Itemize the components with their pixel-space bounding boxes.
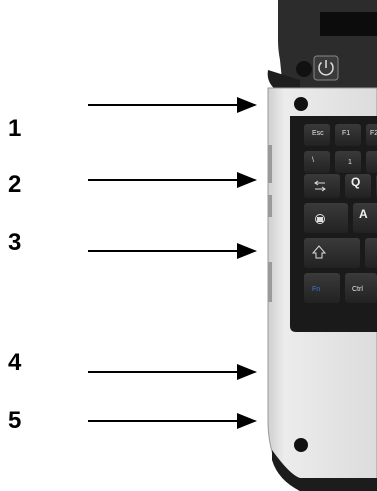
side-port-3: [268, 262, 272, 302]
callout-arrowhead-2: [237, 172, 257, 188]
key-z[interactable]: [365, 238, 377, 268]
power-button[interactable]: [313, 55, 339, 81]
key-1-label: 1: [348, 159, 352, 166]
side-port-2: [268, 195, 272, 217]
callout-line-5: [88, 420, 238, 422]
screen-edge: [320, 12, 377, 36]
screw-top: [294, 97, 308, 111]
callout-number-2: 2: [8, 171, 22, 198]
hinge-button: [296, 61, 312, 77]
callout-number-4: 4: [8, 349, 22, 376]
callout-line-2: [88, 179, 238, 181]
callout-arrowhead-5: [237, 413, 257, 429]
laptop-illustration: Esc F1 F2 \ 1 Q A Fn Ctrl: [267, 0, 377, 491]
key-backtick[interactable]: [304, 151, 330, 173]
key-f2-label: F2: [370, 130, 377, 137]
key-fn-label: Fn: [312, 286, 320, 293]
key-q-label: Q: [351, 175, 360, 189]
svg-text:\: \: [312, 157, 314, 164]
callout-arrowhead-4: [237, 364, 257, 380]
key-ctrl-label: Ctrl: [352, 286, 363, 293]
key-capslock[interactable]: [304, 203, 348, 233]
key-tab[interactable]: [304, 174, 340, 198]
callout-line-4: [88, 371, 238, 373]
screw-bottom: [294, 438, 308, 452]
key-2[interactable]: [366, 151, 377, 173]
side-port-1: [268, 145, 272, 183]
callout-arrowhead-1: [237, 97, 257, 113]
callout-arrowhead-3: [237, 243, 257, 259]
key-fn[interactable]: [304, 273, 340, 303]
key-f1-label: F1: [342, 130, 350, 137]
key-esc-label: Esc: [312, 130, 324, 137]
callout-line-1: [88, 104, 238, 106]
laptop-side-diagram: Esc F1 F2 \ 1 Q A Fn Ctrl 1 2 3 4 5: [0, 0, 377, 491]
callout-number-3: 3: [8, 229, 22, 256]
callout-line-3: [88, 250, 238, 252]
key-a-label: A: [359, 207, 368, 221]
callout-number-5: 5: [8, 407, 22, 434]
callout-number-1: 1: [8, 115, 22, 142]
